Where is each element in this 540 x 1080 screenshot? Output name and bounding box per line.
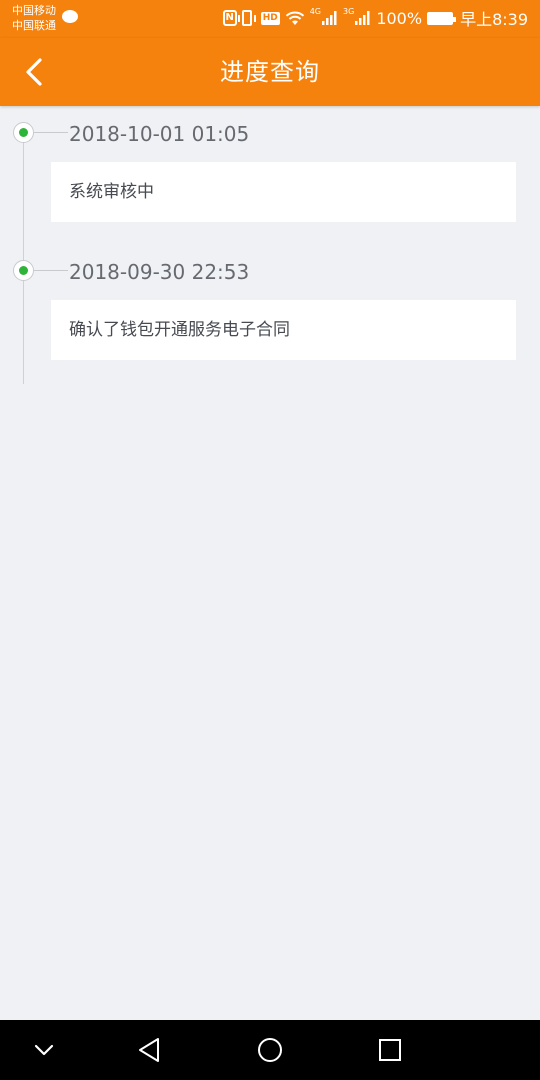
- message-notification-icon: [62, 10, 78, 23]
- signal-icon-1: [322, 11, 338, 25]
- page-title: 进度查询: [220, 58, 320, 86]
- progress-timeline: 2018-10-01 01:05 系统审核中 2018-09-30 22:53 …: [0, 106, 540, 384]
- app-header: 进度查询: [0, 38, 540, 106]
- carrier-info: 中国移动 中国联通: [12, 3, 56, 33]
- entry-time: 2018-09-30 22:53: [69, 260, 250, 284]
- chevron-down-icon: [34, 1044, 54, 1056]
- nav-home-button[interactable]: [254, 1034, 286, 1066]
- nav-back-button[interactable]: [134, 1034, 166, 1066]
- system-nav-bar: [0, 1020, 540, 1080]
- square-recents-icon: [379, 1039, 401, 1061]
- carrier-2: 中国联通: [12, 19, 56, 32]
- entry-status: 系统审核中: [69, 182, 154, 202]
- hd-icon: HD: [260, 11, 280, 25]
- nav-collapse-button[interactable]: [28, 1034, 60, 1066]
- vibrate-icon: [237, 10, 256, 26]
- entry-time: 2018-10-01 01:05: [69, 122, 250, 146]
- entry-status: 确认了钱包开通服务电子合同: [69, 320, 290, 340]
- entry-card: 系统审核中: [51, 162, 516, 222]
- nfc-icon: N: [222, 10, 237, 26]
- status-icons: N HD 4G 3G 100% 早上8:39: [222, 6, 528, 30]
- timeline-connector: [34, 132, 68, 133]
- entry-card: 确认了钱包开通服务电子合同: [51, 300, 516, 360]
- screen: 中国移动 中国联通 N HD 4G 3G 100% 早上8:39 进度查询 20…: [0, 0, 540, 1080]
- battery-percent: 100%: [376, 8, 423, 28]
- timeline-dot-icon: [13, 260, 34, 281]
- timeline-entry: 2018-10-01 01:05 系统审核中: [0, 106, 540, 244]
- status-bar: 中国移动 中国联通 N HD 4G 3G 100% 早上8:39: [0, 0, 540, 38]
- nav-recents-button[interactable]: [374, 1034, 406, 1066]
- battery-icon: [427, 11, 457, 25]
- circle-home-icon: [258, 1038, 282, 1062]
- clock: 早上8:39: [460, 10, 528, 29]
- timeline-dot-icon: [13, 122, 34, 143]
- wifi-icon: [285, 10, 305, 26]
- carrier-1: 中国移动: [12, 4, 56, 17]
- network-type-2: 3G: [343, 7, 355, 16]
- signal-icon-2: [355, 11, 371, 25]
- network-type-1: 4G: [309, 7, 322, 16]
- timeline-connector: [34, 270, 68, 271]
- timeline-entry: 2018-09-30 22:53 确认了钱包开通服务电子合同: [0, 244, 540, 382]
- triangle-back-icon: [139, 1038, 159, 1062]
